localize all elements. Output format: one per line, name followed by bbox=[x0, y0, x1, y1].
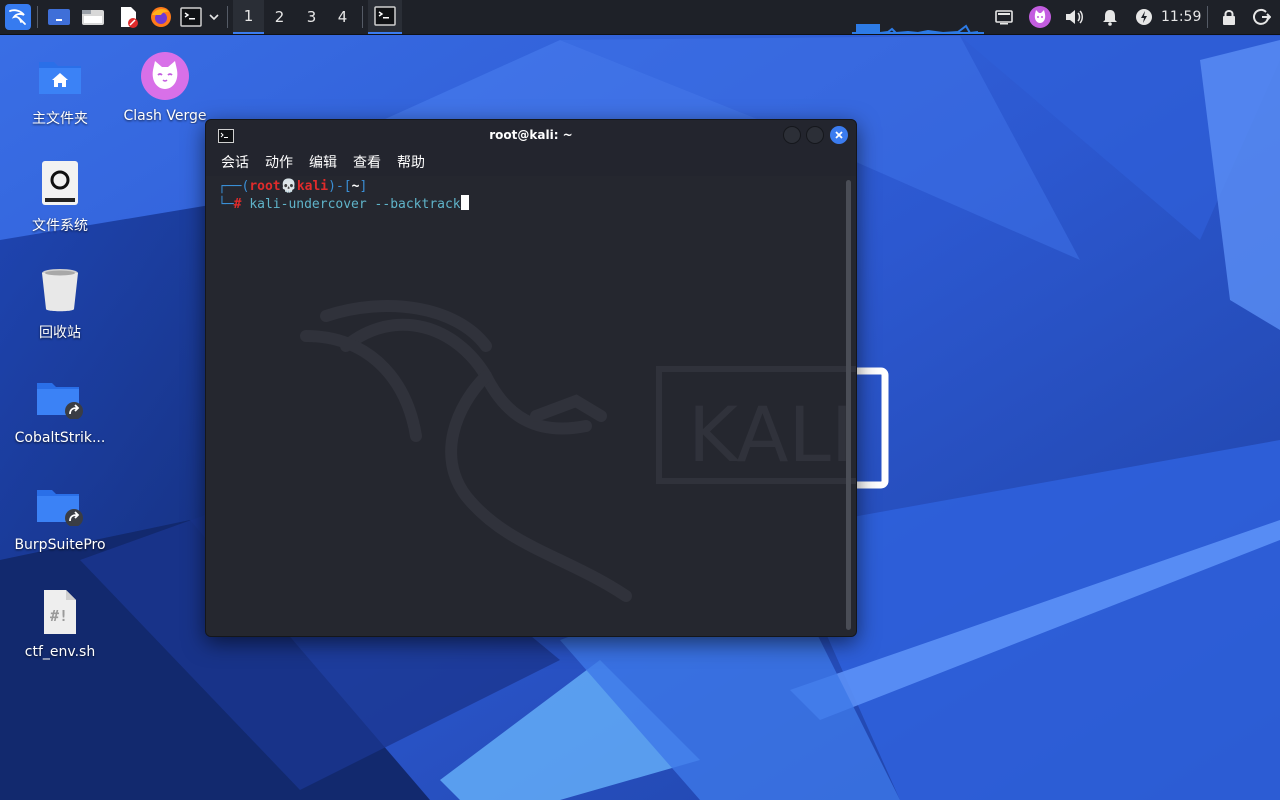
notifications-icon[interactable] bbox=[1098, 0, 1122, 34]
terminal-task-icon[interactable] bbox=[368, 0, 402, 34]
window-title: root@kali: ~ bbox=[489, 128, 573, 142]
terminal-icon[interactable] bbox=[178, 0, 204, 34]
desktop-icon-burpsuitepro[interactable]: BurpSuitePro bbox=[5, 477, 115, 553]
volume-icon[interactable] bbox=[1062, 0, 1086, 34]
prompt-line-1: ┌──(root💀kali)-[~] bbox=[218, 179, 368, 194]
desktop-icon-ctf-env-sh[interactable]: #! ctf_env.sh bbox=[5, 584, 115, 660]
desktop-icon-label: Clash Verge bbox=[123, 108, 207, 124]
text-cursor bbox=[460, 195, 469, 210]
trash-icon bbox=[5, 262, 115, 318]
desktop-icon-label: 主文件夹 bbox=[32, 111, 88, 127]
power-icon[interactable] bbox=[1133, 0, 1155, 34]
desktop-icon-label: 回收站 bbox=[39, 325, 81, 341]
menu-help[interactable]: 帮助 bbox=[397, 150, 425, 176]
panel-separator bbox=[37, 6, 38, 28]
panel-separator bbox=[227, 6, 228, 28]
prompt-symbol: # bbox=[233, 197, 242, 212]
clock[interactable]: 11:59 bbox=[1161, 0, 1201, 34]
maximize-button[interactable] bbox=[806, 126, 824, 144]
panel-separator bbox=[1207, 6, 1208, 28]
display-icon[interactable] bbox=[993, 0, 1015, 34]
desktop-icon-clash-verge[interactable]: Clash Verge bbox=[110, 48, 220, 124]
terminal-titlebar[interactable]: root@kali: ~ bbox=[206, 120, 856, 150]
scrollbar[interactable] bbox=[846, 180, 851, 630]
lock-icon[interactable] bbox=[1218, 0, 1240, 34]
desktop-icon-label: CobaltStrik... bbox=[14, 430, 106, 446]
close-button[interactable] bbox=[830, 126, 848, 144]
terminal-window[interactable]: root@kali: ~ 会话 动作 编辑 查看 帮助 KALI ┌──(roo… bbox=[205, 119, 857, 637]
top-panel: 1 2 3 4 11:59 bbox=[0, 0, 1280, 35]
menu-session[interactable]: 会话 bbox=[221, 150, 249, 176]
svg-text:#!: #! bbox=[50, 607, 68, 625]
folder-shortcut-icon bbox=[5, 370, 115, 426]
logout-icon[interactable] bbox=[1250, 0, 1274, 34]
workspace-4[interactable]: 4 bbox=[327, 0, 358, 34]
script-file-icon: #! bbox=[5, 584, 115, 640]
panel-separator bbox=[362, 6, 363, 28]
desktop-icon-label: 文件系统 bbox=[32, 218, 88, 234]
clash-verge-icon bbox=[110, 48, 220, 104]
chevron-down-icon[interactable] bbox=[206, 0, 222, 34]
folder-shortcut-icon bbox=[5, 477, 115, 533]
desktop-icon-label: ctf_env.sh bbox=[24, 644, 96, 660]
desktop-icon-cobaltstrike[interactable]: CobaltStrik... bbox=[5, 370, 115, 446]
desktop-icon-label: BurpSuitePro bbox=[14, 537, 106, 553]
command-text: kali-undercover --backtrack bbox=[249, 197, 461, 212]
menu-edit[interactable]: 编辑 bbox=[309, 150, 337, 176]
close-icon bbox=[835, 131, 843, 139]
workspace-2[interactable]: 2 bbox=[264, 0, 295, 34]
desktop-icon-filesystem[interactable]: 文件系统 bbox=[5, 155, 115, 235]
desktop-icon-trash[interactable]: 回收站 bbox=[5, 262, 115, 342]
filesystem-icon bbox=[5, 155, 115, 211]
watermark-text: KALI bbox=[688, 390, 853, 479]
kali-menu-icon[interactable] bbox=[3, 0, 33, 34]
file-manager-icon[interactable] bbox=[80, 0, 106, 34]
text-editor-icon[interactable] bbox=[115, 0, 141, 34]
minimize-button[interactable] bbox=[783, 126, 801, 144]
prompt-user: root bbox=[249, 179, 281, 194]
clash-verge-tray-icon[interactable] bbox=[1028, 0, 1052, 34]
home-folder-icon bbox=[5, 48, 115, 104]
firefox-icon[interactable] bbox=[148, 0, 174, 34]
menu-actions[interactable]: 动作 bbox=[265, 150, 293, 176]
terminal-output[interactable]: KALI ┌──(root💀kali)-[~] └─# kali-underco… bbox=[206, 176, 856, 636]
prompt-host: kali bbox=[296, 179, 329, 194]
prompt-line-2[interactable]: └─# kali-undercover --backtrack bbox=[218, 195, 469, 212]
menu-view[interactable]: 查看 bbox=[353, 150, 381, 176]
kali-watermark: KALI bbox=[300, 300, 856, 602]
show-desktop-icon[interactable] bbox=[46, 0, 72, 34]
desktop-icon-home-folder[interactable]: 主文件夹 bbox=[5, 48, 115, 128]
workspace-1[interactable]: 1 bbox=[233, 0, 264, 34]
network-monitor-graph bbox=[852, 24, 984, 34]
terminal-menubar: 会话 动作 编辑 查看 帮助 bbox=[206, 150, 856, 176]
workspace-3[interactable]: 3 bbox=[296, 0, 327, 34]
